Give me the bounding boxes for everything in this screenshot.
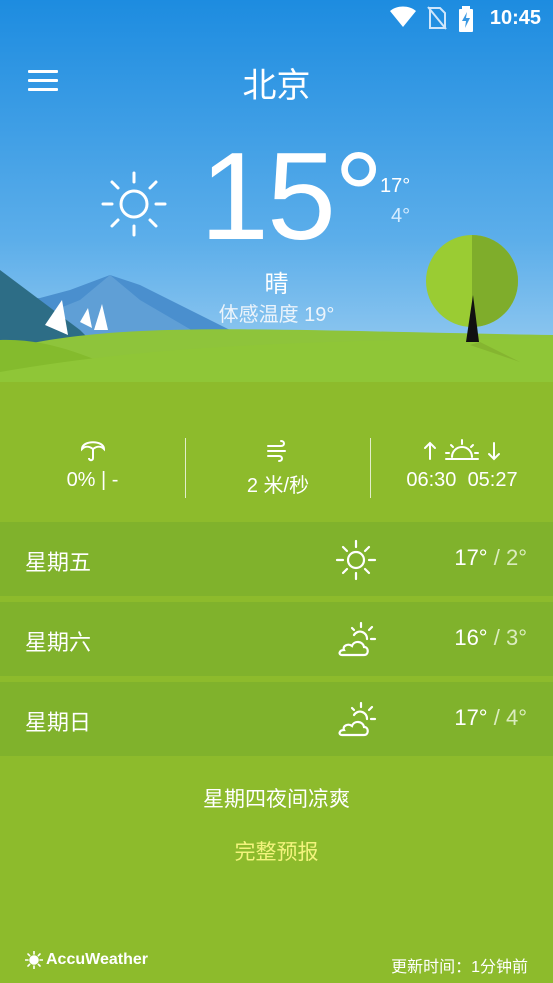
today-low-temp: 4° — [391, 205, 411, 227]
umbrella-icon — [80, 441, 105, 462]
forecast-summary: 星期四夜间凉爽 — [203, 788, 350, 811]
forecast-day: 星期日 — [25, 710, 92, 735]
wind-metric: 2 米/秒 — [186, 435, 370, 500]
forecast-low: / 3° — [493, 625, 527, 650]
forecast-high: 17° — [454, 545, 488, 570]
sunrise-sunset-icon — [424, 439, 500, 461]
no-sim-icon — [427, 6, 447, 30]
accuweather-brand: AccuWeather — [46, 951, 148, 968]
sun-metric: 06:30 05:27 — [371, 435, 553, 500]
update-time: 更新时间：1分钟前 — [391, 959, 528, 976]
full-forecast-link[interactable]: 完整预报 — [0, 836, 553, 866]
forecast-row[interactable]: 星期日 17° / 4° — [0, 682, 553, 756]
forecast-high: 17° — [454, 705, 488, 730]
battery-charging-icon — [459, 6, 473, 32]
wifi-icon — [390, 6, 416, 27]
forecast-temp: 16° / 3° — [454, 625, 527, 651]
wind-value: 2 米/秒 — [246, 475, 310, 497]
forecast-temp: 17° / 4° — [454, 705, 527, 731]
forecast-low: / 4° — [493, 705, 527, 730]
forecast-row[interactable]: 星期五 17° / 2° — [0, 522, 553, 596]
precipitation-value: 0% | - — [66, 469, 119, 491]
weather-metrics: 0% | - 2 米/秒 06:30 05:27 — [0, 435, 553, 500]
forecast-temp: 17° / 2° — [454, 545, 527, 571]
city-title[interactable]: 北京 — [0, 58, 553, 107]
sun-icon — [101, 171, 167, 237]
forecast-day: 星期六 — [25, 630, 92, 655]
feels-like-temp: 体感温度 19° — [218, 304, 335, 326]
accuweather-sun-icon — [25, 951, 43, 969]
forecast-low: / 2° — [493, 545, 527, 570]
weather-app-screen: 10:45 北京 15° 17° 4° 晴 体感温度 19° 0% | - 2 … — [0, 0, 553, 983]
partly-cloudy-icon — [338, 621, 377, 657]
precipitation-metric: 0% | - — [0, 435, 185, 500]
current-temperature: 15° — [200, 128, 384, 266]
sunset-time: 05:27 — [467, 469, 518, 491]
partly-cloudy-icon — [338, 701, 377, 737]
today-high-temp: 17° — [380, 175, 411, 197]
wind-icon — [267, 440, 286, 462]
forecast-high: 16° — [454, 625, 488, 650]
accuweather-logo[interactable]: AccuWeather — [25, 951, 148, 969]
sunrise-time: 06:30 — [406, 469, 457, 491]
forecast-row[interactable]: 星期六 16° / 3° — [0, 602, 553, 676]
forecast-day: 星期五 — [25, 550, 92, 575]
status-bar: 10:45 — [0, 0, 553, 38]
sun-icon — [335, 539, 377, 581]
status-time: 10:45 — [489, 7, 541, 29]
sun-times: 06:30 05:27 — [371, 469, 553, 492]
weather-condition: 晴 — [264, 271, 289, 298]
